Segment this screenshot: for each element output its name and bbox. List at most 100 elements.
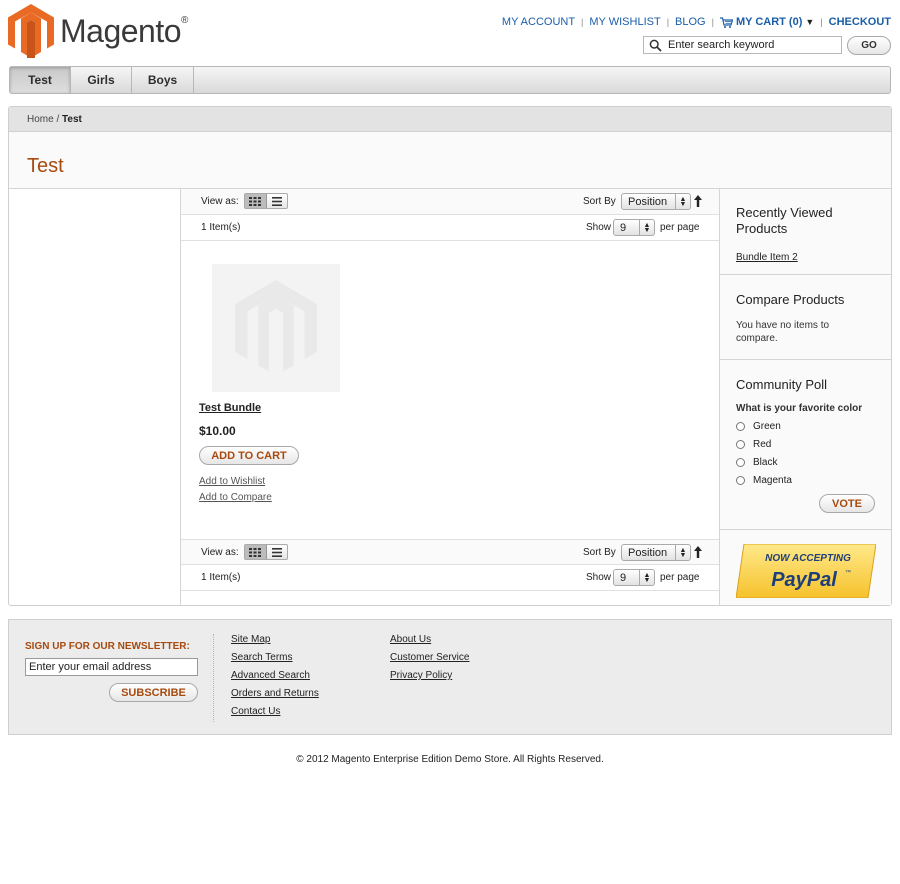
select-arrows-icon: ▲ ▼: [639, 220, 654, 235]
poll-question: What is your favorite color: [736, 403, 863, 414]
search-go-button[interactable]: GO: [847, 36, 891, 55]
add-to-cart-button[interactable]: ADD TO CART: [199, 446, 299, 465]
copyright: © 2012 Magento Enterprise Edition Demo S…: [296, 754, 604, 765]
my-account-link[interactable]: MY ACCOUNT: [502, 16, 575, 28]
separator: |: [820, 17, 823, 27]
poll-option-label: Magenta: [753, 474, 792, 486]
magento-placeholder-icon: [235, 280, 317, 372]
breadcrumb-separator: /: [53, 114, 63, 125]
main-container: Home / Test Test View as: Sort By Positi…: [8, 106, 892, 606]
poll-option-label: Black: [753, 456, 778, 468]
breadcrumb: Home / Test: [9, 107, 891, 132]
sort-by-value: Position: [628, 546, 668, 559]
poll-block: Community Poll What is your favorite col…: [720, 360, 891, 530]
footer-link-about-us[interactable]: About Us: [390, 634, 431, 645]
poll-option[interactable]: Magenta: [736, 471, 875, 489]
sort-by-select[interactable]: Position ▲ ▼: [621, 544, 691, 561]
my-cart-link[interactable]: MY CART (0) ▼: [719, 16, 814, 28]
product-name-link[interactable]: Test Bundle: [199, 402, 261, 414]
footer-link-orders-returns[interactable]: Orders and Returns: [231, 688, 319, 699]
footer: SIGN UP FOR OUR NEWSLETTER: SUBSCRIBE Si…: [8, 619, 892, 735]
search-icon: [649, 39, 662, 52]
recently-viewed-item-link[interactable]: Bundle Item 2: [736, 252, 798, 263]
footer-link-privacy-policy[interactable]: Privacy Policy: [390, 670, 452, 681]
select-arrows-icon: ▲ ▼: [675, 194, 690, 209]
vote-button[interactable]: VOTE: [819, 494, 875, 513]
list-view-icon[interactable]: [267, 545, 288, 559]
my-wishlist-link[interactable]: MY WISHLIST: [589, 16, 660, 28]
poll-option[interactable]: Red: [736, 435, 875, 453]
newsletter-title: SIGN UP FOR OUR NEWSLETTER:: [25, 641, 190, 652]
logo[interactable]: Magento®: [8, 4, 188, 58]
footer-link-contact-us[interactable]: Contact Us: [231, 706, 280, 717]
nav-item-girls[interactable]: Girls: [71, 67, 132, 93]
cart-icon: [719, 16, 733, 28]
separator: |: [666, 17, 670, 27]
select-arrows-icon: ▲ ▼: [639, 570, 654, 585]
checkout-link[interactable]: CHECKOUT: [829, 16, 891, 28]
paypal-block: NOW ACCEPTING PayPal ™: [720, 530, 891, 605]
product-image[interactable]: [212, 264, 340, 392]
add-to-wishlist-link[interactable]: Add to Wishlist: [199, 476, 265, 487]
grid-view-icon[interactable]: [245, 194, 267, 208]
poll-option[interactable]: Black: [736, 453, 875, 471]
separator: |: [581, 17, 584, 27]
sort-direction-icon[interactable]: [694, 546, 702, 558]
poll-title: Community Poll: [736, 377, 828, 392]
poll-option-label: Red: [753, 438, 772, 450]
per-page-label: per page: [660, 572, 700, 583]
compare-empty-text: You have no items to compare.: [736, 320, 830, 344]
breadcrumb-current: Test: [62, 114, 82, 125]
add-to-compare-link[interactable]: Add to Compare: [199, 492, 272, 503]
sort-by-select[interactable]: Position ▲ ▼: [621, 193, 691, 210]
search-input[interactable]: [668, 39, 838, 51]
blog-link[interactable]: BLOG: [675, 16, 706, 28]
right-sidebar: Recently Viewed Products Bundle Item 2 C…: [719, 189, 891, 605]
select-arrows-icon: ▲ ▼: [675, 545, 690, 560]
pager-top: 1 Item(s) Show 9 ▲ ▼ per page: [181, 215, 719, 241]
show-label: Show: [586, 572, 612, 583]
view-mode-switch: [244, 193, 288, 209]
footer-link-customer-service[interactable]: Customer Service: [390, 652, 469, 663]
my-cart-label: MY CART (0): [735, 16, 803, 28]
page-title-bar: Test: [9, 132, 891, 189]
per-page-select[interactable]: 9 ▲ ▼: [613, 569, 655, 586]
product-listing: View as: Sort By Position ▲ ▼ 1 Item(s) S…: [181, 189, 719, 605]
item-count: 1 Item(s): [201, 222, 241, 233]
radio-button[interactable]: [736, 475, 745, 485]
poll-option[interactable]: Green: [736, 417, 875, 435]
separator: |: [711, 17, 714, 27]
list-view-icon[interactable]: [267, 194, 288, 208]
product-price: $10.00: [199, 424, 236, 438]
footer-link-site-map[interactable]: Site Map: [231, 634, 270, 645]
logo-text: Magento®: [60, 12, 188, 49]
recently-viewed-block: Recently Viewed Products Bundle Item 2: [720, 189, 891, 275]
footer-link-search-terms[interactable]: Search Terms: [231, 652, 293, 663]
radio-button[interactable]: [736, 457, 745, 467]
newsletter-email-field[interactable]: [25, 658, 198, 676]
toolbar-top: View as: Sort By Position ▲ ▼: [181, 189, 719, 215]
nav-item-test[interactable]: Test: [10, 67, 71, 93]
footer-divider: [213, 634, 214, 722]
breadcrumb-home-link[interactable]: Home: [27, 114, 54, 125]
magento-logo-icon: [8, 4, 54, 58]
paypal-badge[interactable]: NOW ACCEPTING PayPal ™: [736, 544, 876, 598]
sort-by-label: Sort By: [583, 196, 616, 207]
per-page-label: per page: [660, 222, 700, 233]
main-nav: Test Girls Boys: [9, 66, 891, 94]
radio-button[interactable]: [736, 421, 745, 431]
per-page-select[interactable]: 9 ▲ ▼: [613, 219, 655, 236]
paypal-line1: NOW ACCEPTING: [765, 553, 851, 564]
show-label: Show: [586, 222, 612, 233]
grid-view-icon[interactable]: [245, 545, 267, 559]
page-title: Test: [27, 155, 64, 177]
item-count: 1 Item(s): [201, 572, 241, 583]
per-page-value: 9: [620, 221, 627, 234]
radio-button[interactable]: [736, 439, 745, 449]
subscribe-button[interactable]: SUBSCRIBE: [109, 683, 198, 702]
view-as-label: View as:: [201, 547, 239, 558]
nav-item-boys[interactable]: Boys: [132, 67, 194, 93]
sort-by-label: Sort By: [583, 547, 616, 558]
sort-direction-icon[interactable]: [694, 195, 702, 207]
footer-link-advanced-search[interactable]: Advanced Search: [231, 670, 310, 681]
